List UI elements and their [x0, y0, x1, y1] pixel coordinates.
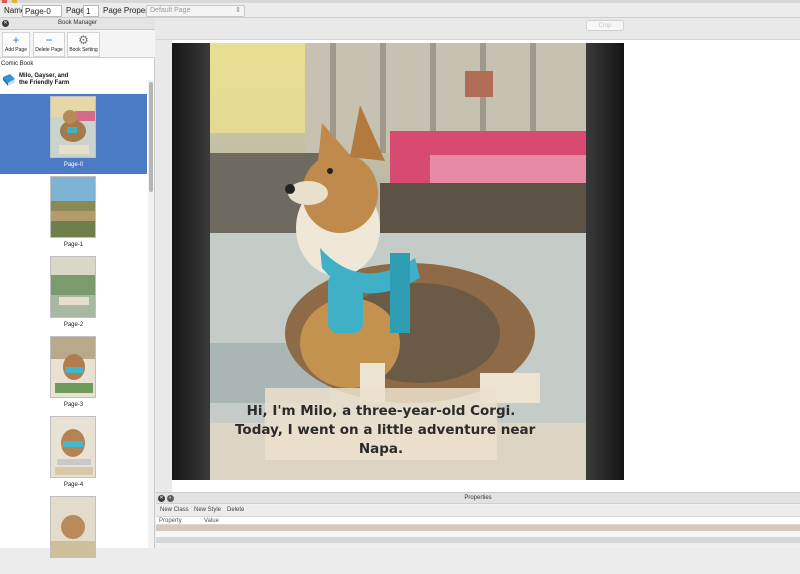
page-label: Page-1 — [63, 242, 84, 248]
page-thumbnail-image — [50, 96, 96, 158]
delete-page-button[interactable]: − Delete Page — [33, 32, 65, 57]
chevron-updown-icon: ⇕ — [235, 7, 241, 14]
book-title-line-1: Milo, Gayser, and — [19, 73, 69, 79]
delete-page-label: Delete Page — [35, 47, 63, 53]
name-field[interactable]: Page-0 — [22, 5, 62, 17]
page-thumbnail-image — [50, 496, 96, 558]
plus-icon: + — [12, 33, 20, 47]
properties-row[interactable] — [156, 537, 800, 543]
caption-line-2: Today, I went on a little adventure near — [235, 422, 536, 438]
page-number-field[interactable]: 1 — [83, 5, 99, 17]
value-column-header: Value — [204, 518, 219, 524]
page-label: Page-2 — [63, 322, 84, 328]
property-column-header: Property — [159, 518, 182, 524]
page-thumbnail-image — [50, 256, 96, 318]
book-type-label: Comic Book — [1, 61, 34, 67]
book-setting-label: Book Setting — [69, 47, 98, 53]
page-thumbnail-item[interactable] — [0, 494, 147, 574]
book-manager-panel: ✕ Book Manager + Add Page − Delete Page … — [0, 18, 155, 558]
page-thumbnail-image — [50, 336, 96, 398]
properties-title: Properties — [464, 495, 492, 501]
page-thumbnail-item[interactable]: Page-1 — [0, 174, 147, 254]
book-toolbar: + Add Page − Delete Page ⚙ Book Setting — [0, 30, 155, 58]
page-right-edge — [586, 43, 624, 480]
scrollbar-thumb[interactable] — [149, 82, 153, 192]
new-style-button[interactable]: New Style — [194, 507, 221, 513]
book-entry[interactable]: Milo, Gayser, and the Friendly Farm — [0, 70, 150, 90]
window-top-strip — [0, 0, 800, 3]
properties-panel: ✕ ◐ Properties New Class New Style Delet… — [156, 492, 800, 548]
gear-icon: ⚙ — [78, 33, 89, 47]
caption-box[interactable]: Hi, I'm Milo, a three-year-old Corgi. To… — [235, 388, 535, 460]
page-list-scrollbar[interactable] — [148, 80, 154, 548]
page-label: Page-3 — [63, 402, 84, 408]
book-icon — [3, 74, 15, 86]
crop-button[interactable]: Crop — [586, 20, 624, 31]
new-class-button[interactable]: New Class — [160, 507, 189, 513]
canvas-left-gutter — [156, 40, 172, 492]
book-title-line-2: the Friendly Farm — [19, 80, 70, 86]
minimize-window-icon[interactable] — [12, 0, 17, 3]
page-thumbnail-item[interactable]: Page-2 — [0, 254, 147, 334]
close-panel-icon[interactable]: ✕ — [2, 20, 9, 27]
page-property-select[interactable]: Default Page ⇕ — [146, 5, 245, 17]
page-thumbnail-item[interactable]: Page-4 — [0, 414, 147, 494]
book-setting-button[interactable]: ⚙ Book Setting — [67, 32, 100, 57]
book-manager-header: ✕ Book Manager — [0, 18, 155, 30]
page-thumbnail-image — [50, 416, 96, 478]
caption-line-1: Hi, I'm Milo, a three-year-old Corgi. — [246, 403, 516, 419]
page-thumbnail-item[interactable]: Page-3 — [0, 334, 147, 414]
page-canvas-area: Crop Hi, I'm Milo, a three-year-old Corg… — [156, 18, 800, 492]
properties-table-header: Property Value — [156, 516, 800, 525]
page-illustration[interactable]: Hi, I'm Milo, a three-year-old Corgi. To… — [210, 43, 586, 480]
page-label: Page-0 — [63, 162, 84, 168]
canvas-top-bar: Crop — [156, 18, 800, 40]
page-property-value: Default Page — [150, 7, 191, 14]
page-label: Page-4 — [63, 482, 84, 488]
detach-panel-icon[interactable]: ◐ — [167, 495, 174, 502]
delete-style-button[interactable]: Delete — [227, 507, 244, 513]
property-bar: Name Page-0 Page 1 Page Property Default… — [0, 4, 800, 18]
close-panel-icon[interactable]: ✕ — [158, 495, 165, 502]
page-thumbnail-image — [50, 176, 96, 238]
page-label: Page — [66, 6, 85, 15]
page-thumbnail-item[interactable]: Page-0 — [0, 94, 147, 174]
add-page-button[interactable]: + Add Page — [2, 32, 30, 57]
properties-header: ✕ ◐ Properties — [156, 493, 800, 504]
properties-toolbar: New Class New Style Delete — [156, 505, 800, 516]
page-canvas[interactable]: Hi, I'm Milo, a three-year-old Corgi. To… — [172, 43, 624, 480]
caption-line-3: Napa. — [358, 441, 404, 457]
add-page-label: Add Page — [5, 47, 27, 53]
book-manager-title: Book Manager — [57, 20, 98, 26]
minus-icon: − — [45, 33, 53, 47]
close-window-icon[interactable] — [2, 0, 7, 3]
page-left-edge — [172, 43, 210, 480]
